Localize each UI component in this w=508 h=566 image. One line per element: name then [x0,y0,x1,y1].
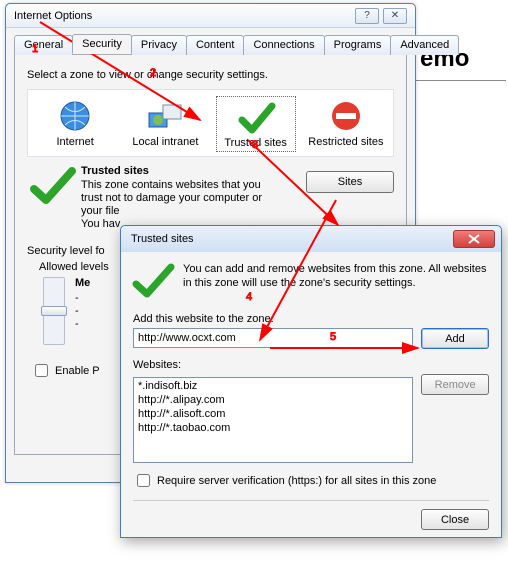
list-item[interactable]: http://*.taobao.com [136,421,410,435]
zone-label: Local intranet [125,136,205,148]
close-dialog-button[interactable]: Close [421,509,489,530]
tab-content[interactable]: Content [186,35,245,55]
trusted-desc: trust not to damage your computer or [81,192,306,205]
trusted-desc: your file [81,205,306,218]
level-bullet: - [75,318,90,331]
add-website-label: Add this website to the zone: [133,313,489,325]
tab-advanced[interactable]: Advanced [390,35,459,55]
level-name: Me [75,277,90,290]
tab-privacy[interactable]: Privacy [131,35,187,55]
slider-thumb[interactable] [41,306,67,316]
security-slider[interactable] [43,277,65,345]
trusted-desc: This zone contains websites that you [81,179,306,192]
level-bullet: - [75,292,90,305]
trusted-sites-titlebar: Trusted sites [121,226,501,252]
tabs: General Security Privacy Content Connect… [14,34,407,55]
restricted-icon [326,98,366,134]
zone-internet[interactable]: Internet [35,96,115,152]
remove-button[interactable]: Remove [421,374,489,395]
trusted-sites-dialog: Trusted sites You can add and remove web… [120,225,502,538]
trusted-sites-desc: You can add and remove websites from thi… [183,262,489,290]
globe-icon [55,98,95,134]
trusted-sites-title: Trusted sites [131,233,453,245]
dialog-close-button[interactable] [453,230,495,248]
tab-security[interactable]: Security [72,34,132,54]
websites-label: Websites: [133,359,489,371]
enable-protected-checkbox[interactable] [35,364,48,377]
internet-options-title: Internet Options [14,5,92,27]
require-https-label: Require server verification (https:) for… [157,475,436,487]
zones-box: Internet Local intranet Trusted sites [27,89,394,157]
sites-button[interactable]: Sites [306,171,394,193]
trusted-check-icon [236,99,276,135]
enable-protected-label: Enable P [55,365,100,377]
close-button[interactable]: ✕ [383,8,407,24]
add-button[interactable]: Add [421,328,489,349]
level-bullet: - [75,305,90,318]
zone-restricted-sites[interactable]: Restricted sites [306,96,386,152]
zone-label: Trusted sites [217,137,295,149]
zone-label: Restricted sites [306,136,386,148]
internet-options-titlebar: Internet Options ? ✕ [6,4,415,28]
require-https-checkbox[interactable] [137,474,150,487]
add-website-input[interactable] [133,328,413,348]
background-divider [416,80,506,81]
list-item[interactable]: *.indisoft.biz [136,379,410,393]
zone-intro-text: Select a zone to view or change security… [27,69,394,81]
zone-trusted-sites[interactable]: Trusted sites [216,96,296,152]
close-icon [468,234,480,244]
help-button[interactable]: ? [355,8,379,24]
trusted-large-check-icon [29,165,75,205]
list-item[interactable]: http://*.alisoft.com [136,407,410,421]
trusted-heading: Trusted sites [81,165,306,177]
tab-programs[interactable]: Programs [324,35,392,55]
intranet-icon [145,98,185,134]
list-item[interactable]: http://*.alipay.com [136,393,410,407]
zone-label: Internet [35,136,115,148]
tab-general[interactable]: General [14,35,73,55]
trusted-check-icon [133,262,173,301]
websites-listbox[interactable]: *.indisoft.biz http://*.alipay.com http:… [133,377,413,463]
tab-connections[interactable]: Connections [243,35,324,55]
zone-local-intranet[interactable]: Local intranet [125,96,205,152]
